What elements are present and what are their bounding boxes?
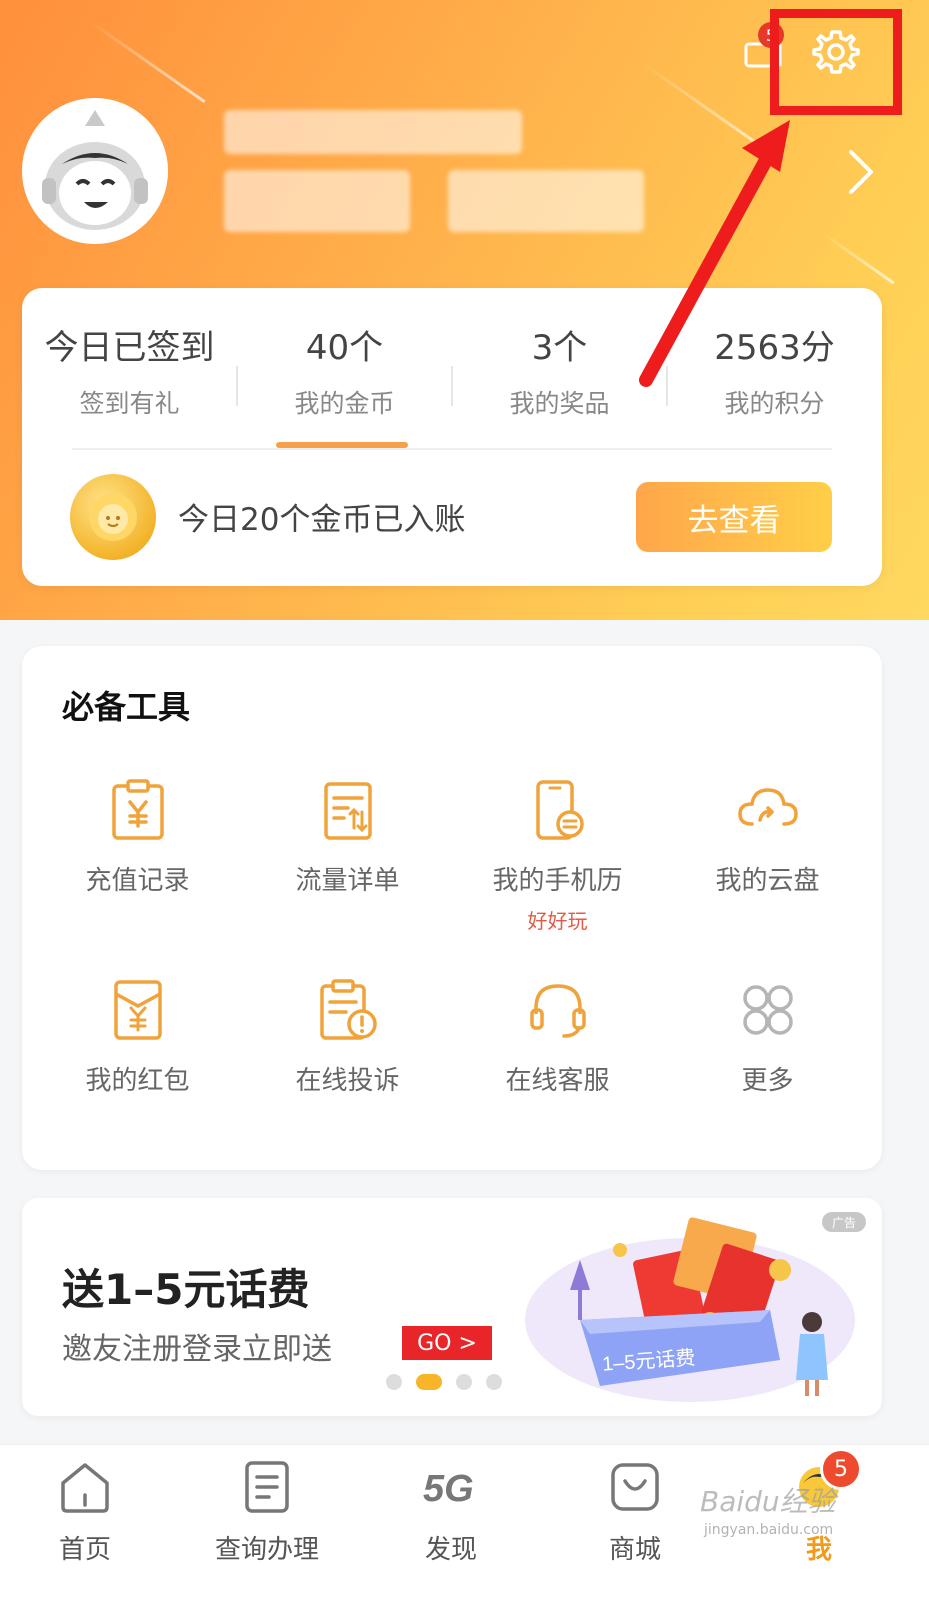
banner-subtitle: 邀友注册登录立即送 (62, 1332, 332, 1367)
stat-value: 2563分 (714, 328, 835, 368)
selected-stat-indicator (276, 442, 408, 448)
cloud-drive-icon (660, 778, 875, 842)
5g-icon: 5G (386, 1459, 516, 1515)
watermark-url: jingyan.baidu.com (704, 1522, 834, 1538)
tool-phone-calendar[interactable]: 我的手机历 好好玩 (450, 778, 665, 934)
data-detail-icon (240, 778, 455, 842)
tool-label: 我的云盘 (715, 866, 820, 896)
more-grid-icon (660, 978, 875, 1042)
banner-title: 送1–5元话费 (62, 1265, 310, 1314)
nav-label: 首页 (58, 1535, 111, 1565)
banner-illustration: 1–5元话费 (520, 1210, 860, 1414)
user-phone-blurred (448, 170, 644, 232)
stats-card: 今日已签到 签到有礼 40个 我的金币 3个 我的奖品 2563分 我的积分 今… (22, 288, 882, 586)
user-avatar[interactable] (22, 98, 168, 244)
stat-value: 40个 (305, 328, 384, 368)
coin-notice-text: 今日20个金币已入账 (178, 502, 466, 538)
tool-label: 在线投诉 (295, 1066, 400, 1096)
tool-label: 流量详单 (295, 866, 400, 896)
tool-red-packet[interactable]: 我的红包 (30, 978, 245, 1097)
tool-recharge-record[interactable]: 充值记录 (30, 778, 245, 897)
annotation-highlight-box (770, 9, 902, 115)
tools-title: 必备工具 (62, 688, 191, 726)
nav-discover[interactable]: 5G 发现 (386, 1459, 516, 1566)
svg-text:5G: 5G (423, 1468, 474, 1510)
tool-cloud-drive[interactable]: 我的云盘 (660, 778, 875, 897)
nav-label: 商城 (608, 1535, 661, 1565)
tool-complaint[interactable]: 在线投诉 (240, 978, 455, 1097)
carousel-dots (386, 1374, 502, 1390)
query-icon (202, 1459, 332, 1515)
tool-label: 充值记录 (85, 866, 190, 896)
stat-checkin[interactable]: 今日已签到 签到有礼 (22, 324, 237, 420)
stat-prizes[interactable]: 3个 我的奖品 (452, 324, 667, 420)
mall-icon (570, 1459, 700, 1515)
nav-home[interactable]: 首页 (20, 1459, 150, 1566)
carousel-dot[interactable] (456, 1374, 472, 1390)
stat-label: 我的金币 (294, 389, 395, 418)
recharge-record-icon (30, 778, 245, 842)
stat-label: 签到有礼 (79, 389, 180, 418)
red-packet-icon (30, 978, 245, 1042)
tool-customer-service[interactable]: 在线客服 (450, 978, 665, 1097)
username-blurred (224, 110, 522, 154)
carousel-dot-active[interactable] (416, 1374, 442, 1390)
carousel-dot[interactable] (486, 1374, 502, 1390)
tool-label: 在线客服 (505, 1066, 610, 1096)
stat-coins[interactable]: 40个 我的金币 (237, 324, 452, 420)
user-level-blurred (224, 170, 410, 232)
tool-label: 我的红包 (85, 1066, 190, 1096)
chevron-right-icon[interactable] (845, 148, 875, 200)
customer-service-icon (450, 978, 665, 1042)
tool-label: 更多 (741, 1066, 794, 1096)
decorative-streak (819, 230, 895, 285)
tools-card: 必备工具 充值记录 流量详单 我的手机历 好好玩 我的云盘 我的红包 在线投诉 … (22, 646, 882, 1170)
home-icon (20, 1459, 150, 1515)
complaint-icon (240, 978, 455, 1042)
nav-mall[interactable]: 商城 (570, 1459, 700, 1566)
nav-query[interactable]: 查询办理 (202, 1459, 332, 1566)
stat-label: 我的积分 (724, 389, 825, 418)
view-coins-button[interactable]: 去查看 (636, 482, 832, 552)
stat-value: 今日已签到 (44, 328, 215, 368)
nav-label: 发现 (424, 1535, 477, 1565)
decorative-streak (89, 20, 206, 104)
stat-points[interactable]: 2563分 我的积分 (667, 324, 882, 420)
tool-data-detail[interactable]: 流量详单 (240, 778, 455, 897)
tool-label: 我的手机历 (492, 866, 623, 896)
tool-more[interactable]: 更多 (660, 978, 875, 1097)
carousel-dot[interactable] (386, 1374, 402, 1390)
tool-sublabel: 好好玩 (527, 909, 588, 933)
nav-label: 查询办理 (214, 1535, 319, 1565)
divider (72, 448, 832, 450)
stat-label: 我的奖品 (509, 389, 610, 418)
banner-go-button[interactable]: GO > (402, 1326, 492, 1360)
watermark-logo: Baidu经验 (700, 1485, 836, 1518)
promo-banner[interactable]: 送1–5元话费 邀友注册登录立即送 GO > 广告 1–5元话费 (22, 1198, 882, 1416)
stat-value: 3个 (531, 328, 588, 368)
gold-coin-icon (70, 474, 156, 560)
phone-calendar-icon (450, 778, 665, 842)
